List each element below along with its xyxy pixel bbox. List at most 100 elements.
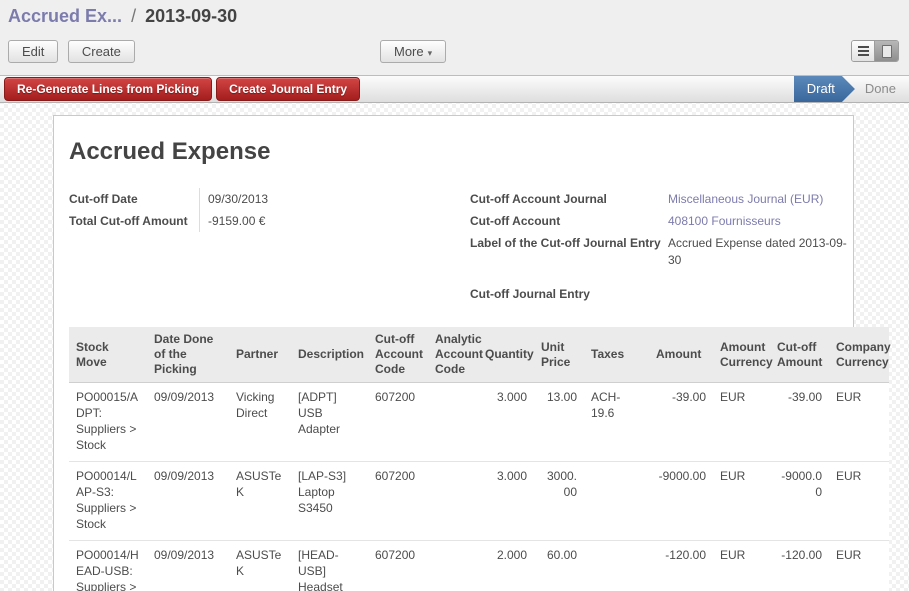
cell-partner[interactable]: ASUSTeK bbox=[229, 462, 291, 541]
field-row: Cut-off Account Journal Miscellaneous Jo… bbox=[470, 188, 853, 210]
field-value-cutoff-account-journal[interactable]: Miscellaneous Journal (EUR) bbox=[668, 188, 850, 210]
field-group-right: Cut-off Account Journal Miscellaneous Jo… bbox=[470, 188, 853, 305]
col-header-date-done[interactable]: Date Done of the Picking bbox=[147, 327, 229, 383]
form-view-button[interactable] bbox=[875, 41, 898, 61]
field-value-journal-entry-label: Accrued Expense dated 2013-09-30 bbox=[668, 232, 850, 269]
field-groups: Cut-off Date 09/30/2013 Total Cut-off Am… bbox=[69, 188, 853, 305]
field-group-left: Cut-off Date 09/30/2013 Total Cut-off Am… bbox=[69, 188, 470, 305]
cell-date-done[interactable]: 09/09/2013 bbox=[147, 383, 229, 462]
statusbar-state-draft[interactable]: Draft bbox=[794, 76, 855, 102]
action-bar: Re-Generate Lines from Picking Create Jo… bbox=[0, 75, 909, 103]
field-row: Cut-off Date 09/30/2013 bbox=[69, 188, 470, 210]
col-header-unit-price[interactable]: Unit Price bbox=[534, 327, 584, 383]
cell-description[interactable]: [LAP-S3] Laptop S3450 bbox=[291, 462, 368, 541]
more-label: More bbox=[394, 44, 424, 59]
cell-description[interactable]: [ADPT] USB Adapter bbox=[291, 383, 368, 462]
cell-analytic-account-code[interactable] bbox=[428, 462, 478, 541]
col-header-quantity[interactable]: Quantity bbox=[478, 327, 534, 383]
cell-unit-price[interactable]: 60.00 bbox=[534, 541, 584, 591]
cell-taxes[interactable] bbox=[584, 541, 649, 591]
table-row[interactable]: PO00015/ADPT: Suppliers > Stock 09/09/20… bbox=[69, 383, 889, 462]
col-header-amount-currency[interactable]: Amount Currency bbox=[713, 327, 770, 383]
col-header-cutoff-amount[interactable]: Cut-off Amount bbox=[770, 327, 829, 383]
cell-unit-price[interactable]: 13.00 bbox=[534, 383, 584, 462]
cell-cutoff-account-code[interactable]: 607200 bbox=[368, 462, 428, 541]
more-dropdown-button[interactable]: More ▾ bbox=[380, 40, 446, 63]
cell-company-currency[interactable]: EUR bbox=[829, 383, 889, 462]
breadcrumb-parent-link[interactable]: Accrued Ex... bbox=[8, 6, 122, 26]
top-header: Accrued Ex... / 2013-09-30 Edit Create M… bbox=[0, 0, 909, 75]
cell-partner[interactable]: ASUSTeK bbox=[229, 541, 291, 591]
cell-taxes[interactable]: ACH-19.6 bbox=[584, 383, 649, 462]
cell-cutoff-amount[interactable]: -9000.00 bbox=[770, 462, 829, 541]
field-label-cutoff-journal-entry: Cut-off Journal Entry bbox=[470, 283, 668, 305]
lines-table: Stock Move Date Done of the Picking Part… bbox=[69, 327, 889, 591]
field-label-cutoff-date: Cut-off Date bbox=[69, 188, 199, 210]
table-row[interactable]: PO00014/HEAD-USB: Suppliers > Stock 09/0… bbox=[69, 541, 889, 591]
field-label-cutoff-account-journal: Cut-off Account Journal bbox=[470, 188, 668, 210]
field-value-cutoff-journal-entry bbox=[668, 283, 850, 305]
cell-amount-currency[interactable]: EUR bbox=[713, 541, 770, 591]
cell-cutoff-account-code[interactable]: 607200 bbox=[368, 541, 428, 591]
cell-taxes[interactable] bbox=[584, 462, 649, 541]
cell-analytic-account-code[interactable] bbox=[428, 541, 478, 591]
col-header-taxes[interactable]: Taxes bbox=[584, 327, 649, 383]
view-switcher bbox=[851, 40, 899, 62]
cell-amount[interactable]: -9000.00 bbox=[649, 462, 713, 541]
table-row[interactable]: PO00014/LAP-S3: Suppliers > Stock 09/09/… bbox=[69, 462, 889, 541]
lines-list: Stock Move Date Done of the Picking Part… bbox=[69, 327, 889, 591]
cell-amount[interactable]: -39.00 bbox=[649, 383, 713, 462]
col-header-partner[interactable]: Partner bbox=[229, 327, 291, 383]
field-value-total-cutoff-amount: -9159.00 € bbox=[199, 210, 399, 232]
field-value-cutoff-date: 09/30/2013 bbox=[199, 188, 399, 210]
cell-company-currency[interactable]: EUR bbox=[829, 541, 889, 591]
cell-company-currency[interactable]: EUR bbox=[829, 462, 889, 541]
field-label-cutoff-account: Cut-off Account bbox=[470, 210, 668, 232]
field-label-total-cutoff-amount: Total Cut-off Amount bbox=[69, 210, 199, 232]
cell-cutoff-amount[interactable]: -120.00 bbox=[770, 541, 829, 591]
statusbar-state-done[interactable]: Done bbox=[855, 76, 909, 102]
cell-quantity[interactable]: 3.000 bbox=[478, 383, 534, 462]
table-header-row: Stock Move Date Done of the Picking Part… bbox=[69, 327, 889, 383]
col-header-amount[interactable]: Amount bbox=[649, 327, 713, 383]
list-icon bbox=[858, 46, 869, 56]
cell-cutoff-amount[interactable]: -39.00 bbox=[770, 383, 829, 462]
cell-quantity[interactable]: 2.000 bbox=[478, 541, 534, 591]
cell-date-done[interactable]: 09/09/2013 bbox=[147, 462, 229, 541]
cell-stock-move[interactable]: PO00014/HEAD-USB: Suppliers > Stock bbox=[69, 541, 147, 591]
statusbar: Draft Done bbox=[794, 76, 909, 102]
form-toolbar: Edit Create More ▾ bbox=[8, 40, 901, 63]
list-view-button[interactable] bbox=[852, 41, 875, 61]
cell-date-done[interactable]: 09/09/2013 bbox=[147, 541, 229, 591]
field-row: Label of the Cut-off Journal Entry Accru… bbox=[470, 232, 853, 269]
create-journal-entry-button[interactable]: Create Journal Entry bbox=[216, 77, 360, 101]
edit-button[interactable]: Edit bbox=[8, 40, 58, 63]
col-header-cutoff-account-code[interactable]: Cut-off Account Code bbox=[368, 327, 428, 383]
cell-partner[interactable]: Vicking Direct bbox=[229, 383, 291, 462]
col-header-company-currency[interactable]: Company Currency bbox=[829, 327, 889, 383]
create-button[interactable]: Create bbox=[68, 40, 135, 63]
field-row: Cut-off Journal Entry bbox=[470, 283, 853, 305]
col-header-analytic-account-code[interactable]: Analytic Account Code bbox=[428, 327, 478, 383]
col-header-stock-move[interactable]: Stock Move bbox=[69, 327, 147, 383]
cell-description[interactable]: [HEAD-USB] Headset USB bbox=[291, 541, 368, 591]
cell-amount-currency[interactable]: EUR bbox=[713, 462, 770, 541]
cell-amount[interactable]: -120.00 bbox=[649, 541, 713, 591]
cell-quantity[interactable]: 3.000 bbox=[478, 462, 534, 541]
col-header-description[interactable]: Description bbox=[291, 327, 368, 383]
regenerate-lines-button[interactable]: Re-Generate Lines from Picking bbox=[4, 77, 212, 101]
field-row: Cut-off Account 408100 Fournisseurs bbox=[470, 210, 853, 232]
field-value-cutoff-account[interactable]: 408100 Fournisseurs bbox=[668, 210, 850, 232]
breadcrumb: Accrued Ex... / 2013-09-30 bbox=[8, 6, 901, 27]
cell-analytic-account-code[interactable] bbox=[428, 383, 478, 462]
cell-unit-price[interactable]: 3000.00 bbox=[534, 462, 584, 541]
form-sheet: Accrued Expense Cut-off Date 09/30/2013 … bbox=[53, 115, 854, 591]
page-title: Accrued Expense bbox=[69, 138, 853, 166]
cell-cutoff-account-code[interactable]: 607200 bbox=[368, 383, 428, 462]
form-icon bbox=[882, 45, 892, 58]
field-row: Total Cut-off Amount -9159.00 € bbox=[69, 210, 470, 232]
cell-stock-move[interactable]: PO00015/ADPT: Suppliers > Stock bbox=[69, 383, 147, 462]
cell-stock-move[interactable]: PO00014/LAP-S3: Suppliers > Stock bbox=[69, 462, 147, 541]
chevron-down-icon: ▾ bbox=[428, 48, 433, 58]
cell-amount-currency[interactable]: EUR bbox=[713, 383, 770, 462]
